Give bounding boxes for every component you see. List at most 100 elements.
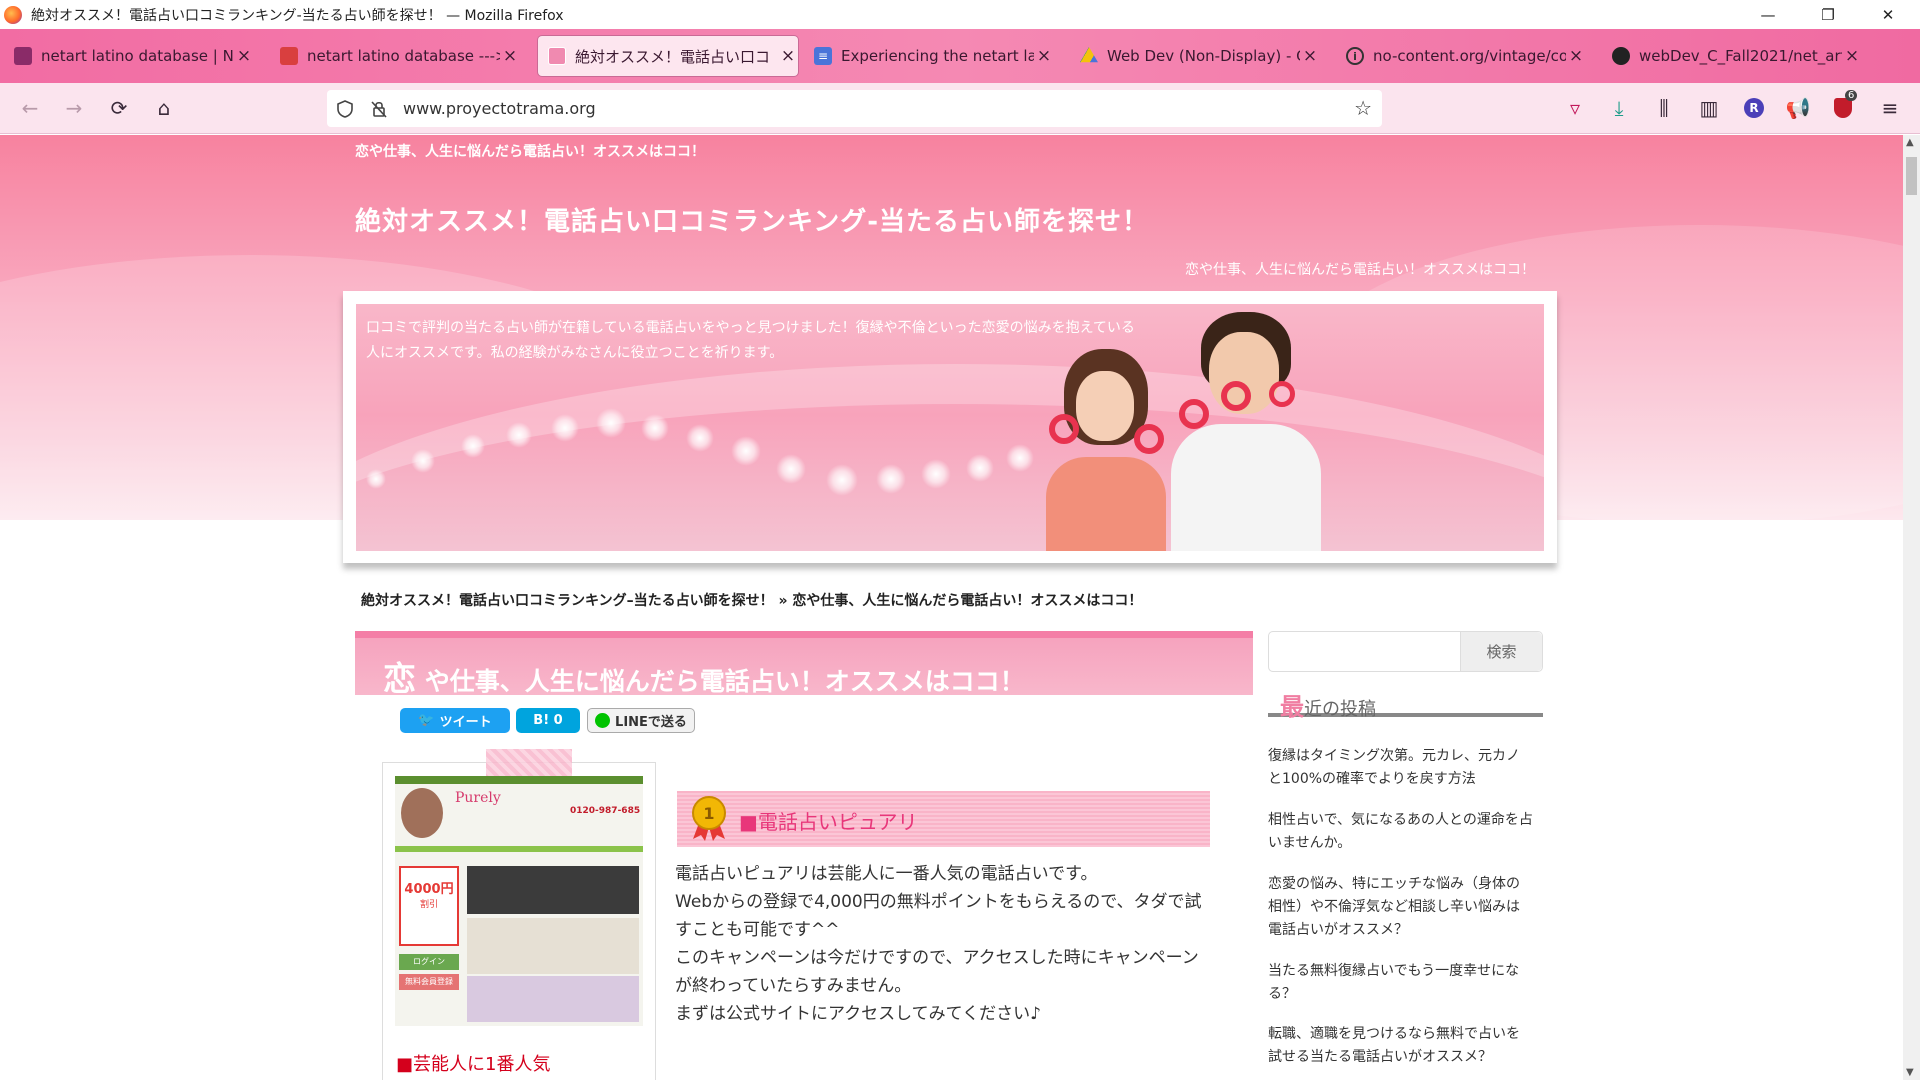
search-input[interactable]: 検索 — [1268, 631, 1543, 672]
recent-post-link[interactable]: 相性占いで、気になるあの人との運命を占いませんか。 — [1268, 809, 1533, 855]
info-icon: i — [1346, 47, 1364, 65]
forward-icon[interactable]: → — [58, 92, 90, 124]
shield-icon[interactable] — [335, 99, 355, 119]
restore-button[interactable]: ❐ — [1800, 0, 1856, 29]
tab-label: 絶対オススメ！電話占い口コ — [575, 47, 771, 66]
tab-label: no-content.org/vintage/colle — [1373, 47, 1566, 65]
recent-post-link[interactable]: 当たる無料復縁占いでもう一度幸せになる？ — [1268, 960, 1533, 1006]
url-bar[interactable]: www.proyectotrama.org ☆ — [327, 90, 1382, 127]
tagline-right: 恋や仕事、人生に悩んだら電話占い！オススメはココ！ — [1185, 262, 1535, 278]
close-tab-icon[interactable]: × — [234, 46, 254, 66]
mini-promo-sub: 割引 — [419, 900, 438, 910]
reload-icon[interactable]: ⟳ — [103, 92, 135, 124]
library-icon[interactable]: ⫼ — [1648, 92, 1680, 124]
window-titlebar: 絶対オススメ！電話占い口コミランキング-当たる占い師を探せ！ — Mozilla… — [0, 0, 1920, 29]
article-header: 恋 や仕事、人生に悩んだら電話占い！オススメはココ！ — [355, 631, 1253, 698]
site-screenshot-card[interactable]: Purely 0120-987-685 4000円 割引 ログイン 無料会員登録… — [382, 749, 656, 1080]
github-icon — [1612, 47, 1630, 65]
close-tab-icon[interactable]: × — [1566, 46, 1586, 66]
nav-toolbar: ← → ⟳ ⌂ www.proyectotrama.org ☆ ▿ ⤓ ⫼ ▥ … — [0, 83, 1920, 134]
article-paragraph: 電話占いピュアリは芸能人に一番人気の電話占いです。 — [675, 864, 1098, 884]
ring-prop — [1221, 381, 1251, 411]
tab-github[interactable]: webDev_C_Fall2021/net_art.m × — [1612, 36, 1862, 76]
profile-avatar[interactable]: R — [1738, 92, 1770, 124]
close-tab-icon[interactable]: × — [500, 46, 520, 66]
close-tab-icon[interactable]: × — [778, 46, 798, 66]
ring-prop — [1049, 414, 1079, 444]
breadcrumb[interactable]: 絶対オススメ！電話占い口コミランキング–当たる占い師を探せ！ » 恋や仕事、人生… — [361, 590, 1142, 610]
tagline-top: 恋や仕事、人生に悩んだら電話占い！オススメはココ！ — [355, 144, 705, 160]
minimize-button[interactable]: — — [1740, 0, 1796, 29]
banner-text: 口コミで評判の当たる占い師が在籍している電話占いをやっと見つけました！復縁や不倫… — [366, 320, 1135, 361]
scroll-down-icon[interactable]: ▼ — [1906, 1067, 1914, 1078]
search-button[interactable]: 検索 — [1460, 632, 1542, 671]
bookmark-star-icon[interactable]: ☆ — [1354, 96, 1372, 120]
main-article: 恋 や仕事、人生に悩んだら電話占い！オススメはココ！ 🐦 ツイート B! 0 LI… — [355, 631, 1253, 1080]
scrollbar-thumb[interactable] — [1906, 157, 1917, 195]
tab-label: netart latino database | Net A — [41, 47, 234, 65]
tab-netart-database-2[interactable]: netart latino database ---> yo × — [280, 36, 520, 76]
ring-prop — [1134, 424, 1164, 454]
article-body: 電話占いピュアリは芸能人に一番人気の電話占いです。 Webからの登録で4,000… — [675, 860, 1215, 1028]
profile-letter: R — [1744, 98, 1764, 118]
recent-posts-heading: 最近の投稿 — [1268, 687, 1543, 721]
tab-web-dev-drive[interactable]: Web Dev (Non-Display) - Goo × — [1080, 36, 1320, 76]
mini-login: ログイン — [399, 954, 459, 970]
recent-post-link[interactable]: 復縁はタイミング次第。元カレ、元カノと100%の確率でよりを戻す方法 — [1268, 745, 1533, 791]
download-icon[interactable]: ⤓ — [1603, 92, 1635, 124]
scroll-up-icon[interactable]: ▲ — [1906, 137, 1914, 148]
header-banner: 口コミで評判の当たる占い師が在籍している電話占いをやっと見つけました！復縁や不倫… — [343, 291, 1557, 563]
line-share-button[interactable]: LINEで送る — [587, 708, 695, 733]
recent-heading-rest: 近の投稿 — [1304, 699, 1376, 720]
mini-register: 無料会員登録 — [399, 974, 459, 990]
tab-netart-database[interactable]: netart latino database | Net A × — [14, 36, 254, 76]
home-icon[interactable]: ⌂ — [148, 92, 180, 124]
recent-heading-initial: 最 — [1280, 693, 1304, 721]
ublock-extension-icon[interactable]: 6 — [1827, 90, 1859, 124]
purely-screenshot: Purely 0120-987-685 4000円 割引 ログイン 無料会員登録 — [395, 776, 643, 1026]
site-title[interactable]: 絶対オススメ！電話占い口コミランキング-当たる占い師を探せ！ — [355, 201, 1149, 238]
tab-label: netart latino database ---> yo — [307, 47, 500, 65]
man-photo — [1171, 312, 1321, 551]
megaphone-extension-icon[interactable]: 📢 — [1782, 92, 1814, 124]
extension-badge: 6 — [1845, 90, 1858, 101]
sidebar-toggle-icon[interactable]: ▥ — [1693, 92, 1725, 124]
web-page: 恋や仕事、人生に悩んだら電話占い！オススメはココ！ 絶対オススメ！電話占い口コミ… — [0, 135, 1903, 1080]
screenshot-caption: ■芸能人に1番人気 — [396, 1054, 551, 1075]
menu-icon[interactable]: ≡ — [1874, 92, 1906, 124]
pocket-icon[interactable]: ▿ — [1559, 92, 1591, 124]
tab-strip: netart latino database | Net A × netart … — [0, 29, 1920, 83]
recent-post-link[interactable]: 恋愛の悩み、特にエッチな悩み（身体の相性）や不倫浮気など相談し辛い悩みは電話占い… — [1268, 873, 1533, 942]
tape-decoration — [486, 749, 572, 779]
gdrive-icon — [1080, 47, 1098, 63]
insecure-lock-icon[interactable] — [369, 99, 389, 119]
article-paragraph: このキャンペーンは今だけですので、アクセスした時にキャンペーンが終わっていたらす… — [675, 948, 1199, 996]
close-tab-icon[interactable]: × — [1842, 46, 1862, 66]
line-label: LINEで送る — [615, 715, 687, 730]
mini-promo: 4000円 — [404, 882, 454, 897]
tab-label: Web Dev (Non-Display) - Goo — [1107, 47, 1300, 65]
tab-label: Experiencing the netart latino — [841, 47, 1034, 65]
tab-experiencing-netart[interactable]: ≡ Experiencing the netart latino × — [814, 36, 1054, 76]
tab-no-content[interactable]: i no-content.org/vintage/colle × — [1346, 36, 1586, 76]
tweet-label: ツイート — [439, 715, 492, 730]
close-tab-icon[interactable]: × — [1034, 46, 1054, 66]
gold-medal-icon: 1 — [692, 796, 726, 841]
ring-prop — [1179, 399, 1209, 429]
recent-post-link[interactable]: 転職、適職を見つけるなら無料で占いを試せる当たる電話占いがオススメ？ — [1268, 1023, 1533, 1069]
title-initial: 恋 — [383, 659, 416, 698]
close-tab-icon[interactable]: × — [1300, 46, 1320, 66]
mini-brand: Purely — [455, 790, 501, 806]
back-icon[interactable]: ← — [14, 92, 46, 124]
page-icon — [548, 47, 566, 65]
page-scrollbar[interactable]: ▲ ▼ — [1903, 135, 1920, 1080]
article-paragraph: まずは公式サイトにアクセスしてみてください♪ — [675, 1004, 1041, 1024]
netart-icon — [14, 47, 32, 65]
hatena-bookmark-button[interactable]: B! 0 — [516, 708, 580, 733]
tab-active-fortune[interactable]: 絶対オススメ！電話占い口コ × — [538, 36, 798, 76]
tweet-button[interactable]: 🐦 ツイート — [400, 708, 510, 733]
mini-phone: 0120-987-685 — [570, 806, 641, 816]
twitter-bird-icon: 🐦 — [418, 713, 435, 728]
line-icon — [595, 713, 611, 728]
close-window-button[interactable]: ✕ — [1860, 0, 1916, 29]
